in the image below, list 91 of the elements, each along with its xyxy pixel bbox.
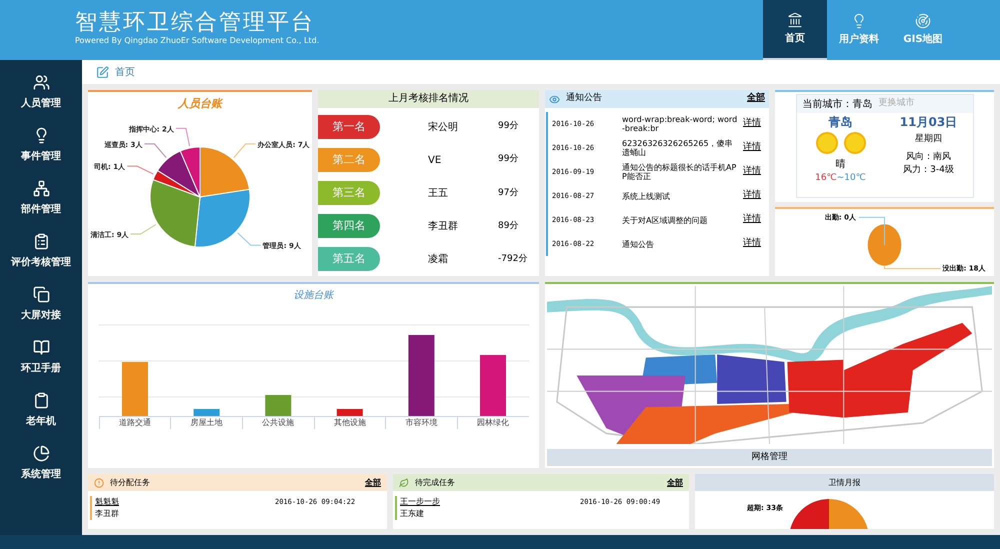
menu-icon	[32, 233, 50, 250]
rank-badge: 第一名	[318, 115, 380, 140]
task-link[interactable]: 王一步一步	[400, 496, 580, 508]
detail-link[interactable]: 详情	[743, 237, 761, 251]
sidebar-item[interactable]: 老年机	[0, 384, 82, 437]
notice-title: 通知公告	[622, 240, 655, 248]
axis-label: 市容环境	[385, 417, 457, 429]
sidebar-item[interactable]: 部件管理	[0, 172, 82, 225]
notice-title: 通知公告的标题很长的话手机APP能否正	[622, 163, 738, 181]
notice-title: word-wrap:break-word; word-break:br	[622, 115, 738, 133]
panel-title: 待完成任务	[415, 476, 455, 488]
detail-link[interactable]: 详情	[743, 141, 761, 155]
notice-title: 62326326326265265，傻串遗蛹山	[622, 139, 734, 157]
pie-slice	[868, 224, 902, 266]
sidebar-item[interactable]: 人员管理	[0, 66, 82, 119]
rank-badge: 第五名	[318, 247, 380, 272]
alert-icon	[94, 478, 104, 488]
person-name: VE	[428, 154, 442, 168]
sidebar-item[interactable]: 事件管理	[0, 119, 82, 172]
score: 99分	[498, 153, 518, 166]
axis-label: 道路交通	[98, 417, 170, 429]
edit-icon	[96, 66, 109, 78]
person-name: 宋公明	[428, 120, 459, 135]
leader-line	[175, 127, 190, 146]
leader-line	[144, 142, 167, 158]
menu-icon	[32, 445, 50, 462]
sidebar-item[interactable]: 系统管理	[0, 437, 82, 490]
leader-line	[130, 224, 156, 234]
current-city: 当前城市：青岛	[802, 98, 872, 112]
panel-title: 待分配任务	[110, 476, 150, 488]
leader-line	[237, 232, 262, 246]
app-subtitle: Powered By Qingdao ZhuoEr Software Development Co., Ltd.	[75, 36, 320, 46]
axis-label: 园林绿化	[456, 417, 529, 429]
all-link[interactable]: 全部	[365, 476, 381, 488]
low-temp: ~10℃	[836, 172, 866, 185]
menu-icon	[32, 392, 50, 409]
app-title: 智慧环卫综合管理平台	[75, 10, 316, 36]
task-link[interactable]: 魁魁魁	[95, 496, 275, 508]
rank-badge: 第三名	[318, 181, 380, 206]
weekday: 星期四	[915, 133, 942, 146]
score: 97分	[498, 186, 518, 200]
detail-link[interactable]: 详情	[743, 189, 761, 203]
map-caption: 网格管理	[752, 450, 788, 464]
nav-icon	[787, 12, 803, 28]
rank-badge: 第四名	[318, 214, 380, 238]
panel-title: 上月考核排名情况	[388, 92, 468, 106]
leader-line	[126, 165, 154, 174]
task-person: 王东建	[400, 508, 425, 520]
detail-link[interactable]: 详情	[743, 213, 761, 227]
wind-direction: 风向：南风	[906, 150, 951, 164]
score: -792分	[498, 252, 528, 266]
weather-city: 青岛	[828, 114, 852, 131]
leader-line	[884, 265, 942, 270]
high-temp: 16℃	[815, 172, 837, 185]
chart-title: 设施台账	[294, 288, 334, 303]
axis-label: 房屋土地	[170, 417, 242, 429]
task-person: 李丑群	[95, 508, 120, 520]
notice-title: 系统上线测试	[622, 192, 671, 200]
menu-icon	[32, 180, 50, 197]
menu-icon	[32, 74, 50, 91]
person-name: 李丑群	[428, 220, 459, 234]
leaf-icon	[399, 478, 409, 488]
weather-date: 11月03日	[900, 114, 958, 131]
nav-tab[interactable]: 首页	[763, 0, 827, 60]
detail-link[interactable]: 详情	[743, 165, 761, 179]
detail-link[interactable]: 详情	[743, 117, 761, 131]
breadcrumb[interactable]: 首页	[115, 64, 135, 80]
sidebar-item[interactable]: 大屏对接	[0, 278, 82, 331]
wind-force: 风力：3-4级	[903, 164, 954, 177]
panel-title: 通知公告	[566, 92, 602, 106]
leader-line	[233, 142, 256, 158]
menu-icon	[32, 339, 50, 356]
person-name: 凌霜	[428, 252, 449, 267]
sidebar-item[interactable]: 环卫手册	[0, 331, 82, 384]
rank-badge: 第二名	[318, 148, 380, 172]
sidebar-item[interactable]: 评价考核管理	[0, 225, 82, 278]
eye-icon	[549, 94, 560, 104]
axis-label: 公共设施	[242, 417, 314, 429]
menu-icon	[32, 286, 50, 303]
all-link[interactable]: 全部	[667, 476, 683, 488]
score: 99分	[498, 120, 518, 134]
leader-line	[858, 216, 885, 246]
axis-label: 其他设施	[314, 417, 386, 429]
nav-icon	[915, 13, 931, 29]
score: 89分	[498, 220, 518, 233]
weather-condition: 晴	[836, 158, 846, 172]
notice-title: 关于对A区域调整的问题	[622, 216, 708, 224]
chart-title: 人员台账	[178, 96, 222, 112]
all-link[interactable]: 全部	[747, 92, 765, 106]
panel-title: 卫情月报	[828, 476, 860, 488]
person-name: 王五	[428, 186, 449, 201]
